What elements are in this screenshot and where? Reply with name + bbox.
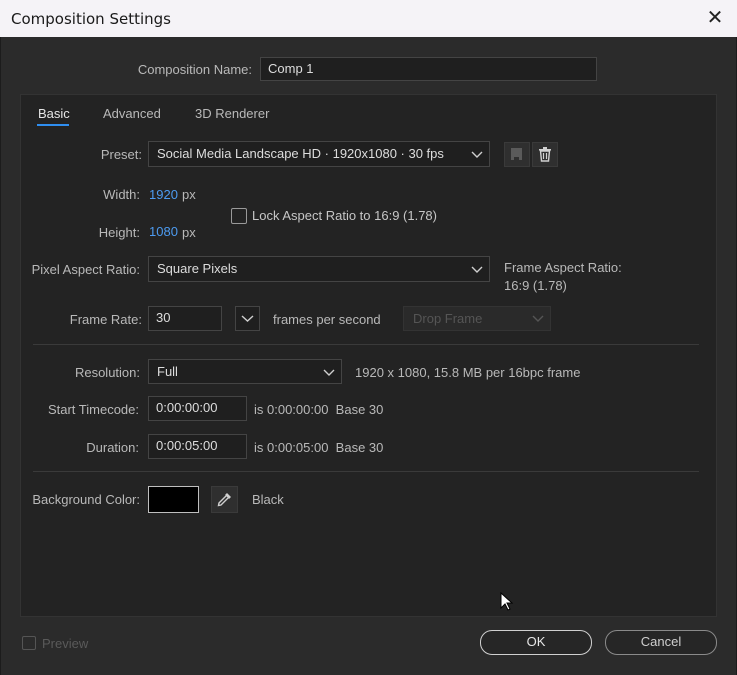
duration-label: Duration: xyxy=(86,440,139,455)
chevron-down-icon xyxy=(471,151,483,158)
active-tab-indicator xyxy=(37,124,69,126)
window-title: Composition Settings xyxy=(11,10,171,28)
resolution-info: 1920 x 1080, 15.8 MB per 16bpc frame xyxy=(355,365,581,380)
start-timecode-input[interactable]: 0:00:00:00 xyxy=(148,396,247,421)
close-icon[interactable]: ✕ xyxy=(703,6,727,30)
eyedropper-button[interactable] xyxy=(211,486,238,513)
drop-frame-value: Drop Frame xyxy=(413,311,483,326)
height-value[interactable]: 1080 xyxy=(149,224,178,239)
eyedropper-icon xyxy=(217,493,231,507)
delete-preset-button[interactable] xyxy=(532,142,558,167)
resolution-value: Full xyxy=(157,364,178,379)
trash-icon xyxy=(539,147,551,162)
preview-label: Preview xyxy=(42,636,89,651)
background-color-swatch[interactable] xyxy=(148,486,199,513)
frame-rate-dropdown[interactable] xyxy=(235,306,260,331)
ok-button[interactable]: OK xyxy=(480,630,592,655)
start-timecode-label: Start Timecode: xyxy=(47,402,139,417)
preset-value: Social Media Landscape HD · 1920x1080 · … xyxy=(157,146,444,161)
resolution-label: Resolution: xyxy=(74,365,140,380)
mouse-cursor-icon xyxy=(500,592,514,611)
lock-aspect-label: Lock Aspect Ratio to 16:9 (1.78) xyxy=(252,208,437,223)
drop-frame-dropdown: Drop Frame xyxy=(403,306,551,331)
height-label: Height: xyxy=(98,225,140,240)
frame-rate-input[interactable]: 30 xyxy=(148,306,222,331)
tab-3d-renderer[interactable]: 3D Renderer xyxy=(195,106,269,121)
background-color-name: Black xyxy=(252,492,284,507)
pixel-aspect-value: Square Pixels xyxy=(157,261,238,276)
duration-input[interactable]: 0:00:05:00 xyxy=(148,434,247,459)
divider xyxy=(33,471,699,472)
composition-name-label: Composition Name: xyxy=(137,62,252,77)
chevron-down-icon xyxy=(471,266,483,273)
chevron-down-icon xyxy=(532,315,544,322)
save-preset-button[interactable] xyxy=(504,142,530,167)
preset-dropdown[interactable]: Social Media Landscape HD · 1920x1080 · … xyxy=(148,141,490,167)
pixel-aspect-dropdown[interactable]: Square Pixels xyxy=(148,256,490,282)
height-unit: px xyxy=(182,225,196,240)
lock-aspect-checkbox[interactable] xyxy=(231,208,247,224)
cancel-button[interactable]: Cancel xyxy=(605,630,717,655)
preset-label: Preset: xyxy=(100,147,142,162)
chevron-down-icon xyxy=(323,369,335,376)
preview-checkbox[interactable] xyxy=(22,636,36,650)
background-color-label: Background Color: xyxy=(32,492,140,507)
divider xyxy=(33,344,699,345)
width-unit: px xyxy=(182,187,196,202)
pixel-aspect-label: Pixel Aspect Ratio: xyxy=(31,262,140,277)
frame-aspect-value: 16:9 (1.78) xyxy=(504,278,567,293)
chevron-down-icon xyxy=(241,315,254,322)
frame-rate-label: Frame Rate: xyxy=(69,312,142,327)
tab-advanced[interactable]: Advanced xyxy=(103,106,161,121)
frame-rate-unit: frames per second xyxy=(273,312,381,327)
width-label: Width: xyxy=(103,187,140,202)
tab-basic[interactable]: Basic xyxy=(38,106,70,121)
duration-info: is 0:00:05:00 Base 30 xyxy=(254,440,384,455)
settings-panel xyxy=(20,94,717,617)
save-preset-icon xyxy=(511,148,522,160)
frame-aspect-label: Frame Aspect Ratio: xyxy=(504,260,622,275)
composition-name-input[interactable]: Comp 1 xyxy=(260,57,597,81)
resolution-dropdown[interactable]: Full xyxy=(148,359,342,384)
start-timecode-info: is 0:00:00:00 Base 30 xyxy=(254,402,384,417)
width-value[interactable]: 1920 xyxy=(149,187,178,202)
